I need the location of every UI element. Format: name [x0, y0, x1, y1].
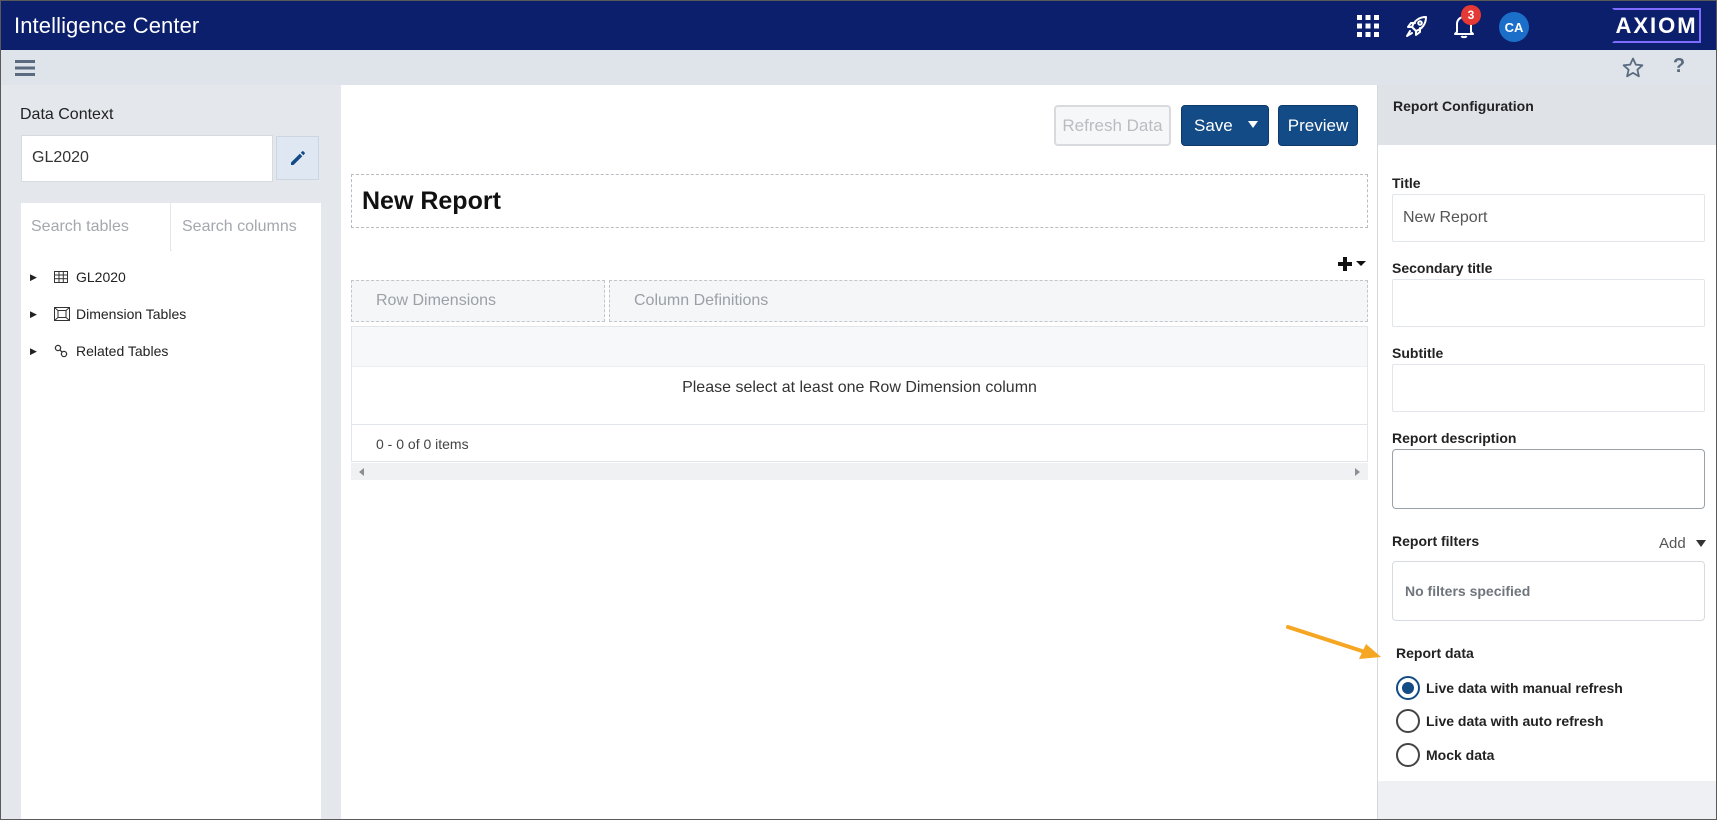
preview-button[interactable]: Preview: [1278, 105, 1358, 146]
plus-icon: [1338, 257, 1352, 271]
apps-grid-icon[interactable]: [1353, 11, 1383, 41]
refresh-data-button[interactable]: Refresh Data: [1054, 105, 1171, 146]
save-dropdown-caret-icon[interactable]: [1248, 121, 1258, 128]
rocket-icon[interactable]: [1402, 11, 1432, 41]
subtitle-label: Subtitle: [1392, 345, 1444, 361]
radio-label: Live data with auto refresh: [1426, 713, 1604, 729]
app-window: Intelligence Center 3 CA AXIOM ? Data Co…: [0, 0, 1717, 820]
app-title: Intelligence Center: [14, 13, 200, 38]
data-context-panel: Data Context GL2020 ▶ GL2020: [1, 85, 341, 819]
help-icon[interactable]: ?: [1669, 55, 1689, 79]
title-input[interactable]: New Report: [1392, 194, 1705, 242]
grid-header: [352, 327, 1367, 367]
report-configuration-panel: Report Configuration Title New Report Se…: [1377, 85, 1716, 819]
tree-item-label: Dimension Tables: [76, 306, 187, 322]
secondary-title-label: Secondary title: [1392, 260, 1493, 276]
edit-data-context-button[interactable]: [276, 136, 319, 180]
axiom-logo: AXIOM: [1612, 8, 1701, 43]
radio-label: Mock data: [1426, 747, 1495, 763]
radio-button-checked[interactable]: [1396, 676, 1420, 700]
report-configuration-header: Report Configuration: [1378, 85, 1716, 145]
horizontal-scrollbar[interactable]: [351, 463, 1368, 480]
add-filter-caret-icon[interactable]: [1696, 540, 1706, 547]
annotation-arrow-icon: [1286, 625, 1381, 659]
title-label: Title: [1392, 175, 1421, 191]
scroll-right-arrow-icon[interactable]: [1355, 468, 1360, 476]
tree-item-gl2020[interactable]: ▶ GL2020: [21, 265, 321, 289]
tree-item-related-tables[interactable]: ▶ Related Tables: [21, 339, 321, 363]
save-button-label: Save: [1194, 115, 1233, 135]
radio-live-auto-refresh[interactable]: Live data with auto refresh: [1396, 709, 1603, 733]
data-context-label: Data Context: [20, 106, 114, 123]
tree-item-label: Related Tables: [76, 343, 169, 359]
radio-label: Live data with manual refresh: [1426, 680, 1623, 696]
expand-caret-icon[interactable]: ▶: [30, 346, 40, 357]
report-grid: Please select at least one Row Dimension…: [351, 326, 1368, 462]
panel-footer: [1378, 781, 1716, 819]
tree-search-row: [21, 203, 321, 251]
dimension-table-icon: [54, 306, 72, 322]
report-description-textarea[interactable]: [1392, 449, 1705, 509]
grid-pager: 0 - 0 of 0 items: [352, 424, 1367, 462]
save-button[interactable]: Save: [1181, 105, 1269, 146]
scroll-left-arrow-icon[interactable]: [359, 468, 364, 476]
tree-item-label: GL2020: [76, 269, 126, 285]
hamburger-menu-icon[interactable]: [14, 58, 36, 78]
radio-live-manual-refresh[interactable]: Live data with manual refresh: [1396, 676, 1623, 700]
subtitle-input[interactable]: [1392, 364, 1705, 412]
user-avatar[interactable]: CA: [1499, 12, 1529, 42]
data-context-value[interactable]: GL2020: [21, 135, 273, 182]
secondary-title-input[interactable]: [1392, 279, 1705, 327]
report-designer: Refresh Data Save Preview New Report Row…: [341, 85, 1377, 819]
report-filters-label: Report filters: [1392, 533, 1480, 549]
report-title[interactable]: New Report: [351, 174, 1368, 228]
radio-button[interactable]: [1396, 743, 1420, 767]
pencil-icon: [290, 151, 305, 165]
table-icon: [54, 269, 72, 285]
column-definitions-dropzone[interactable]: Column Definitions: [609, 280, 1368, 322]
empty-grid-message: Please select at least one Row Dimension…: [682, 379, 1037, 396]
star-icon[interactable]: [1621, 56, 1645, 80]
radio-mock-data[interactable]: Mock data: [1396, 743, 1494, 767]
filters-list: No filters specified: [1392, 561, 1705, 621]
add-column-button[interactable]: [1338, 255, 1368, 273]
search-columns-input[interactable]: [172, 203, 321, 251]
table-tree: ▶ GL2020 ▶ Dimension Tables ▶: [21, 203, 321, 819]
expand-caret-icon[interactable]: ▶: [30, 309, 40, 320]
link-icon: [54, 343, 72, 359]
row-dimensions-dropzone[interactable]: Row Dimensions: [351, 280, 605, 322]
top-navigation-bar: Intelligence Center 3 CA AXIOM: [1, 1, 1716, 50]
secondary-toolbar: ?: [1, 50, 1716, 85]
tree-item-dimension-tables[interactable]: ▶ Dimension Tables: [21, 302, 321, 326]
add-filter-button[interactable]: Add: [1659, 535, 1686, 552]
radio-button[interactable]: [1396, 709, 1420, 733]
chevron-down-icon: [1356, 261, 1366, 266]
report-data-label: Report data: [1396, 645, 1474, 661]
report-description-label: Report description: [1392, 430, 1517, 446]
expand-caret-icon[interactable]: ▶: [30, 272, 40, 283]
notification-badge: 3: [1461, 5, 1481, 25]
search-tables-input[interactable]: [21, 203, 171, 251]
